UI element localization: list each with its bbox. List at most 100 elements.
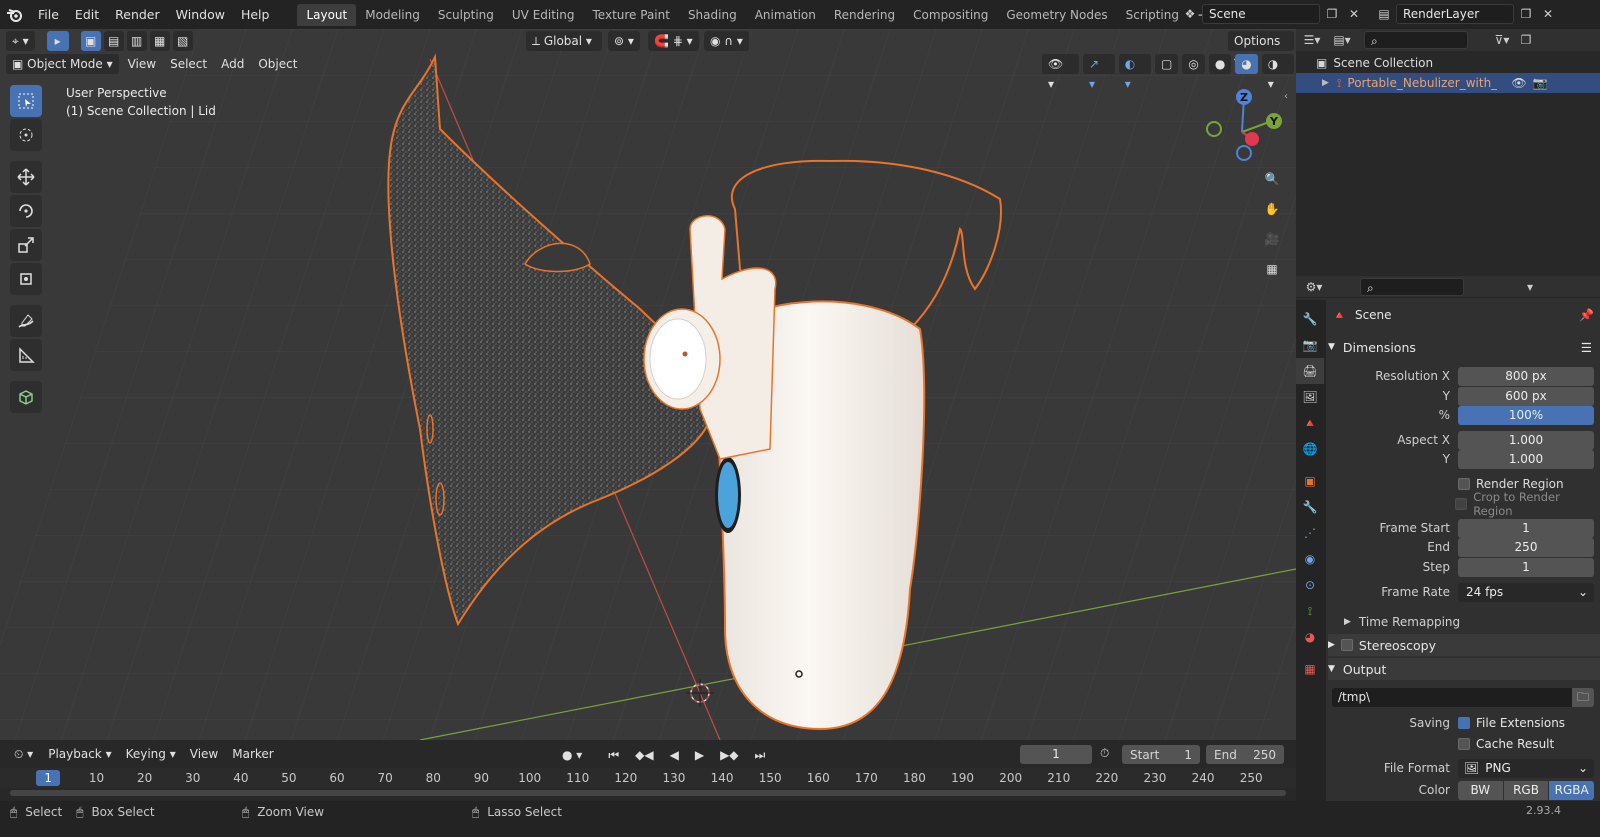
resolution-y-field[interactable]: 600 px <box>1458 386 1594 406</box>
tab-layout[interactable]: Layout <box>297 4 357 26</box>
tab-sculpting[interactable]: Sculpting <box>429 4 503 26</box>
tab-geometry-nodes[interactable]: Geometry Nodes <box>997 4 1116 26</box>
wireframe-shading-icon[interactable]: ◎ <box>1182 54 1205 74</box>
timeline-menu-keying[interactable]: Keying ▾ <box>119 744 183 764</box>
output-path-input[interactable]: /tmp\ <box>1332 688 1572 707</box>
move-tool-icon[interactable] <box>10 161 42 193</box>
viewport-menu-select[interactable]: Select <box>163 54 214 74</box>
viewport-menu-view[interactable]: View <box>121 54 163 74</box>
jump-end-icon[interactable]: ⏭ <box>748 745 772 765</box>
material-tab-icon[interactable]: ◕ <box>1296 624 1324 650</box>
start-frame-field[interactable]: Start 1 <box>1122 745 1200 764</box>
color-rgba-button[interactable]: RGBA <box>1549 780 1595 800</box>
aspect-y-field[interactable]: 1.000 <box>1458 449 1594 469</box>
transform-tool-icon[interactable] <box>10 263 42 295</box>
crop-region-checkbox[interactable] <box>1455 498 1468 510</box>
timeline-menu-marker[interactable]: Marker <box>225 744 280 764</box>
scene-tab-icon[interactable]: 🔺 <box>1296 410 1324 436</box>
properties-options-icon[interactable]: ▾ <box>1520 277 1540 297</box>
outliner-row-scene-collection[interactable]: ▣ Scene Collection <box>1296 53 1600 73</box>
current-frame-field[interactable]: 1 <box>1020 745 1092 764</box>
world-tab-icon[interactable]: 🌐 <box>1296 436 1324 462</box>
object-data-tab-icon[interactable]: ⟟ <box>1296 598 1324 624</box>
select-box-tool-icon[interactable] <box>10 85 42 117</box>
camera-view-icon[interactable]: 🎥 <box>1258 225 1286 253</box>
display-mode-icon[interactable]: ▤▾ <box>1332 30 1352 50</box>
color-rgb-button[interactable]: RGB <box>1503 780 1549 800</box>
render-tab-icon[interactable]: 📷 <box>1296 332 1324 358</box>
perspective-toggle-icon[interactable]: ▦ <box>1258 255 1286 283</box>
play-reverse-icon[interactable]: ◀ <box>663 745 685 765</box>
presets-list-icon[interactable]: ☰ <box>1581 340 1592 355</box>
transform-orientation-dropdown[interactable]: ⟂ Global ▾ <box>526 31 602 51</box>
end-frame-field[interactable]: End 250 <box>1206 745 1284 764</box>
tab-uv-editing[interactable]: UV Editing <box>503 4 584 26</box>
select-intersect-icon[interactable]: ▧ <box>172 31 193 51</box>
tab-scripting[interactable]: Scripting <box>1117 4 1188 26</box>
new-scene-icon[interactable]: ❐ <box>1322 4 1342 24</box>
frame-rate-dropdown[interactable]: 24 fps ⌄ <box>1458 582 1594 602</box>
properties-search-input[interactable]: ⌕ <box>1360 277 1464 296</box>
view-layer-tab-icon[interactable]: 🖼 <box>1296 384 1324 410</box>
tool-tab-icon[interactable]: 🔧 <box>1296 306 1324 332</box>
new-collection-icon[interactable]: ❐ <box>1516 30 1536 50</box>
render-region-checkbox[interactable] <box>1458 478 1470 490</box>
outliner-row-nebulizer[interactable]: ▶ ⟟ Portable_Nebulizer_with_Mas 👁 📷 <box>1296 73 1600 93</box>
visibility-icon[interactable]: 👁 ▾ <box>1042 54 1079 91</box>
timeline-menu-playback[interactable]: Playback ▾ <box>41 744 118 764</box>
render-camera-icon[interactable]: 📷 <box>1533 76 1548 90</box>
output-panel-header[interactable]: ▼ Output <box>1328 658 1600 680</box>
menu-render[interactable]: Render <box>107 0 168 29</box>
time-remapping-subpanel[interactable]: ▶ Time Remapping <box>1344 611 1600 633</box>
folder-browse-icon[interactable]: 🗀 <box>1572 688 1594 707</box>
play-icon[interactable]: ▶ <box>688 745 711 765</box>
tab-compositing[interactable]: Compositing <box>904 4 997 26</box>
particles-tab-icon[interactable]: ⋰ <box>1296 520 1324 546</box>
use-preview-range-icon[interactable]: ⏱ <box>1100 746 1109 761</box>
stereoscopy-checkbox[interactable] <box>1340 639 1353 651</box>
cache-result-checkbox[interactable] <box>1458 738 1470 750</box>
editor-type-button[interactable]: ⌖ ▾ <box>6 31 35 51</box>
texture-tab-icon[interactable]: ▦ <box>1296 656 1324 682</box>
tab-modeling[interactable]: Modeling <box>356 4 429 26</box>
constraints-tab-icon[interactable]: ⊙ <box>1296 572 1324 598</box>
scene-browse-icon[interactable]: ❖ <box>1180 4 1200 24</box>
select-new-icon[interactable]: ▣ <box>80 31 101 51</box>
rendered-shading-icon[interactable]: ◑ ▾ <box>1261 54 1294 91</box>
rotate-tool-icon[interactable] <box>10 195 42 227</box>
file-extensions-checkbox[interactable] <box>1458 717 1470 729</box>
outliner-editor-type-icon[interactable]: ☰▾ <box>1302 30 1322 50</box>
add-cube-tool-icon[interactable] <box>10 381 42 413</box>
jump-keyframe-forward-icon[interactable]: ▶◆ <box>714 745 745 765</box>
file-format-dropdown[interactable]: 🖼 PNG ⌄ <box>1458 758 1594 778</box>
gizmo-toggle-icon[interactable]: ↗ ▾ <box>1082 54 1115 91</box>
select-subtract-icon[interactable]: ▥ <box>126 31 147 51</box>
resolution-percent-field[interactable]: 100% <box>1458 405 1594 425</box>
timeline-scrollbar[interactable] <box>10 790 1286 796</box>
options-dropdown[interactable]: Options ▾ <box>1228 31 1294 68</box>
material-shading-icon[interactable]: ◕ <box>1235 54 1258 74</box>
blender-logo-icon[interactable] <box>0 0 30 29</box>
pin-icon[interactable]: 📌 <box>1579 308 1594 322</box>
scene-name-field[interactable]: Scene <box>1202 4 1320 24</box>
record-keyframe-icon[interactable]: ● ▾ <box>556 745 589 765</box>
tab-animation[interactable]: Animation <box>746 4 825 26</box>
measure-tool-icon[interactable] <box>10 339 42 371</box>
jump-start-icon[interactable]: ⏮ <box>602 745 626 765</box>
aspect-x-field[interactable]: 1.000 <box>1458 430 1594 450</box>
frame-start-field[interactable]: 1 <box>1458 518 1594 538</box>
view-layer-name-field[interactable]: RenderLayer <box>1396 4 1514 24</box>
dimensions-panel-header[interactable]: ▼ Dimensions ☰ <box>1328 336 1600 358</box>
select-extend-icon[interactable]: ▤ <box>103 31 124 51</box>
snap-toggle[interactable]: 🧲 ⋕ ▾ <box>648 31 699 51</box>
overlays-toggle-icon[interactable]: ◐ ▾ <box>1118 54 1151 91</box>
physics-tab-icon[interactable]: ◉ <box>1296 546 1324 572</box>
output-tab-icon[interactable]: 🖨 <box>1296 358 1324 384</box>
viewport-menu-object[interactable]: Object <box>251 54 304 74</box>
frame-step-field[interactable]: 1 <box>1458 557 1594 577</box>
pivot-point-dropdown[interactable]: ⊚ ▾ <box>608 31 640 51</box>
menu-file[interactable]: File <box>30 0 67 29</box>
outliner-search-input[interactable]: ⌕ <box>1364 31 1468 49</box>
delete-view-layer-icon[interactable]: ✕ <box>1538 4 1558 24</box>
new-view-layer-icon[interactable]: ❐ <box>1516 4 1536 24</box>
